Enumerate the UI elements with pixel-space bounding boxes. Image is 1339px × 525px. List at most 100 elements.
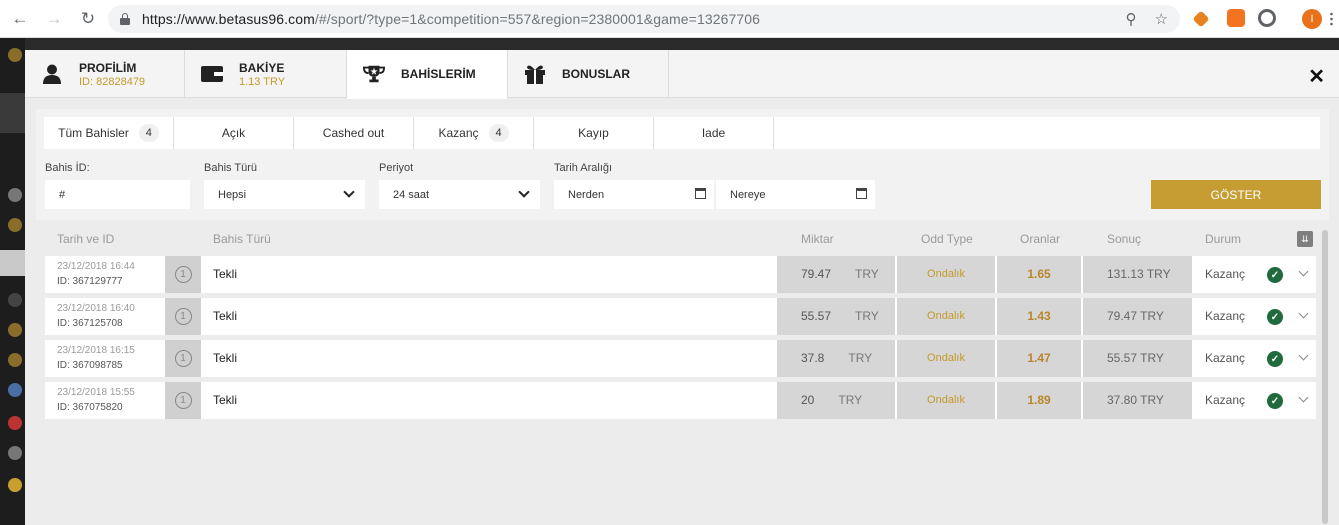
lock-icon — [120, 13, 130, 25]
check-icon: ✓ — [1267, 351, 1283, 367]
star-icon[interactable]: ☆ — [1155, 10, 1168, 28]
bet-status: Kazanç — [1205, 267, 1246, 281]
chevron-down-icon — [518, 186, 530, 198]
expand-all-icon[interactable]: ⇊ — [1297, 231, 1313, 247]
bet-date: 23/12/2018 16:40 — [57, 303, 135, 314]
user-icon — [41, 63, 63, 85]
account-modal: PROFİLİM ID: 82828479 BAKİYE 1.13 TRY BA… — [25, 50, 1339, 525]
odd-type: Ondalık — [897, 298, 995, 335]
close-icon[interactable]: ✕ — [1308, 64, 1325, 89]
bet-status: Kazanç — [1205, 351, 1246, 365]
trophy-icon — [363, 63, 385, 85]
odds-value: 1.89 — [997, 382, 1081, 419]
filter-lost[interactable]: Kayıp — [534, 117, 654, 149]
filter-won[interactable]: Kazanç 4 — [414, 117, 534, 149]
bet-result: 37.80 TRY — [1083, 382, 1192, 419]
forward-arrow-icon[interactable]: → — [40, 5, 68, 33]
bet-type: Tekli — [213, 393, 238, 407]
site-logo-icon — [8, 48, 22, 62]
menu-icon[interactable] — [1330, 12, 1333, 26]
check-icon: ✓ — [1267, 267, 1283, 283]
bet-result: 79.47 TRY — [1083, 298, 1192, 335]
header-amount: Miktar — [801, 232, 834, 246]
tab-profile[interactable]: PROFİLİM ID: 82828479 — [25, 50, 185, 98]
period-select[interactable]: 24 saat — [379, 180, 540, 209]
bet-id: ID: 367098785 — [57, 360, 123, 371]
bets-panel: Tüm Bahisler 4 Açık Cashed out Kazanç 4 Ka… — [36, 109, 1329, 525]
tab-bonuses-label: BONUSLAR — [562, 67, 630, 81]
header-bet-type: Bahis Türü — [213, 232, 271, 246]
filter-all-count: 4 — [138, 124, 159, 142]
calendar-icon — [856, 188, 867, 199]
bet-id-label: Bahis İD: — [45, 162, 90, 174]
header-rates: Oranlar — [1020, 232, 1061, 246]
tab-profile-label: PROFİLİM — [79, 60, 137, 75]
user-id: ID: 82828479 — [79, 75, 146, 88]
modal-tabs: PROFİLİM ID: 82828479 BAKİYE 1.13 TRY BA… — [25, 50, 1339, 99]
header-odd-type: Odd Type — [921, 232, 973, 246]
table-row[interactable]: 23/12/2018 16:15 ID: 367098785 1 Tekli 37… — [45, 340, 1316, 377]
bet-id-input[interactable]: # — [45, 180, 190, 209]
bet-amount: 37.8 TRY — [777, 340, 895, 377]
date-from-input[interactable]: Nerden — [554, 180, 714, 209]
selection-count-badge: 1 — [174, 392, 192, 409]
bet-id: ID: 367129777 — [57, 276, 123, 287]
header-result: Sonuç — [1107, 232, 1142, 246]
bet-status: Kazanç — [1205, 309, 1246, 323]
tab-bonuses[interactable]: BONUSLAR — [508, 50, 669, 98]
bet-type: Tekli — [213, 309, 238, 323]
tab-balance[interactable]: BAKİYE 1.13 TRY — [185, 50, 347, 98]
bet-id: ID: 367125708 — [57, 318, 123, 329]
reload-icon[interactable]: ↻ — [74, 5, 102, 33]
tab-my-bets-label: BAHİSLERİM — [401, 67, 476, 81]
bet-status: Kazanç — [1205, 393, 1246, 407]
bet-amount: 79.47 TRY — [777, 256, 895, 293]
key-icon[interactable]: ⚲ — [1126, 10, 1137, 28]
wallet-icon — [201, 63, 223, 85]
url-text[interactable]: https://www.betasus96.com/#/sport/?type=… — [142, 11, 760, 27]
tab-my-bets[interactable]: BAHİSLERİM — [347, 50, 508, 99]
table-row[interactable]: 23/12/2018 16:44 ID: 367129777 1 Tekli 79… — [45, 256, 1316, 293]
selection-count-badge: 1 — [174, 308, 192, 325]
date-range-label: Tarih Aralığı — [554, 162, 613, 174]
bet-type: Tekli — [213, 351, 238, 365]
odd-type: Ondalık — [897, 382, 995, 419]
odd-type: Ondalık — [897, 340, 995, 377]
scrollbar[interactable] — [1322, 230, 1328, 524]
check-icon: ✓ — [1267, 309, 1283, 325]
header-status: Durum — [1205, 232, 1242, 246]
odd-type: Ondalık — [897, 256, 995, 293]
bet-date: 23/12/2018 16:44 — [57, 261, 135, 272]
bet-amount: 55.57 TRY — [777, 298, 895, 335]
back-arrow-icon[interactable]: ← — [6, 5, 34, 33]
odds-value: 1.43 — [997, 298, 1081, 335]
balance-amount: 1.13 TRY — [239, 75, 286, 88]
profile-avatar[interactable]: I — [1302, 9, 1322, 29]
filter-open[interactable]: Açık — [174, 117, 294, 149]
bets-table: Tarih ve ID Bahis Türü Miktar Odd Type O… — [36, 220, 1329, 525]
brave-extension-icon[interactable] — [1227, 9, 1245, 27]
date-to-input[interactable]: Nereye — [716, 180, 875, 209]
table-header: Tarih ve ID Bahis Türü Miktar Odd Type O… — [36, 220, 1329, 256]
filter-all[interactable]: Tüm Bahisler 4 — [44, 117, 174, 149]
filter-cashed-out[interactable]: Cashed out — [294, 117, 414, 149]
bet-type-select[interactable]: Hepsi — [204, 180, 365, 209]
bet-id: ID: 367075820 — [57, 402, 123, 413]
period-label: Periyot — [379, 162, 414, 174]
table-row[interactable]: 23/12/2018 15:55 ID: 367075820 1 Tekli 20… — [45, 382, 1316, 419]
odds-value: 1.65 — [997, 256, 1081, 293]
bet-date: 23/12/2018 15:55 — [57, 387, 135, 398]
metamask-extension-icon[interactable] — [1192, 10, 1210, 28]
selection-count-badge: 1 — [174, 266, 192, 283]
bet-type-label: Bahis Türü — [204, 162, 257, 174]
background-site-strip — [0, 38, 25, 525]
circle-extension-icon[interactable] — [1258, 9, 1276, 27]
bet-amount: 20 TRY — [777, 382, 895, 419]
filter-refund[interactable]: Iade — [654, 117, 774, 149]
header-date: Tarih ve ID — [57, 232, 115, 246]
address-bar[interactable]: https://www.betasus96.com/#/sport/?type=… — [108, 5, 1180, 33]
table-row[interactable]: 23/12/2018 16:40 ID: 367125708 1 Tekli 55… — [45, 298, 1316, 335]
bet-date: 23/12/2018 16:15 — [57, 345, 135, 356]
show-button[interactable]: GÖSTER — [1151, 180, 1321, 209]
bet-type: Tekli — [213, 267, 238, 281]
